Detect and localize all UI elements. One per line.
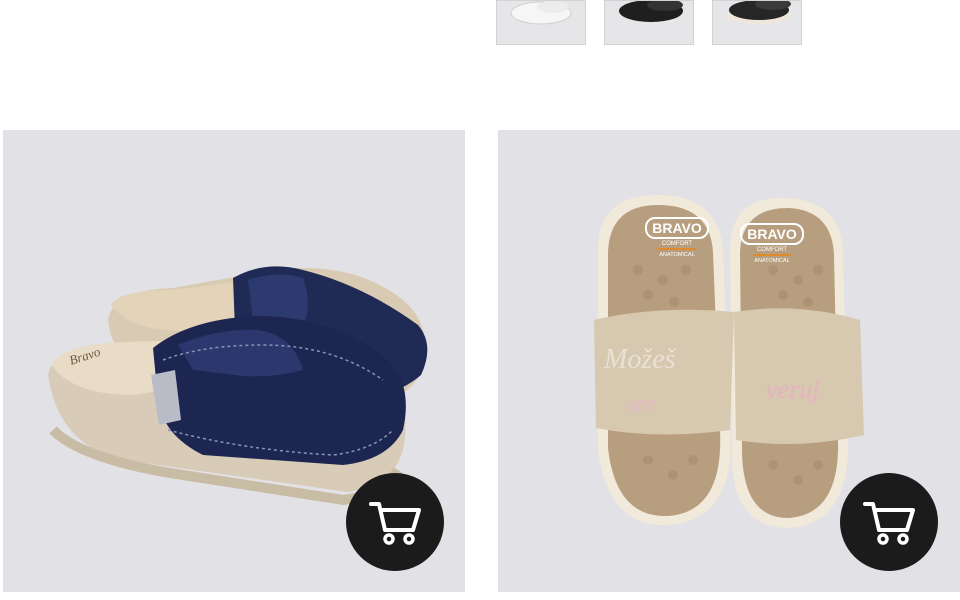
left-brand-sub1: COMFORT: [662, 241, 693, 247]
right-strap-text: veruj: [766, 375, 819, 404]
right-brand-text: BRAVO: [747, 226, 797, 242]
add-to-cart-button[interactable]: [840, 473, 938, 571]
shopping-cart-icon: [863, 502, 915, 545]
white-clog-image: [510, 1, 572, 25]
black-clog-thumbnail[interactable]: [604, 0, 694, 45]
product-card-navy-clogs[interactable]: Bravo: [3, 130, 465, 592]
right-brand-sub1: COMFORT: [757, 247, 788, 253]
product-card-slide-sandals[interactable]: BRAVO COMFORT ANATOMICAL BRAVO COMFORT A…: [498, 130, 960, 592]
white-clog-thumbnail[interactable]: [496, 0, 586, 45]
black-clog-image: [619, 1, 683, 22]
shopping-cart-icon: [369, 502, 421, 545]
right-brand-sub2: ANATOMICAL: [754, 258, 789, 264]
left-strap-text-1: Možeš: [603, 344, 677, 375]
add-to-cart-button[interactable]: [346, 473, 444, 571]
black-white-sole-clog-image: [727, 1, 791, 24]
left-strap-text-2: ser: [626, 392, 656, 418]
left-brand-sub2: ANATOMICAL: [659, 252, 694, 258]
black-white-sole-clog-thumbnail[interactable]: [712, 0, 802, 45]
thumbnail-strip: [496, 0, 802, 45]
left-brand-text: BRAVO: [652, 220, 702, 236]
